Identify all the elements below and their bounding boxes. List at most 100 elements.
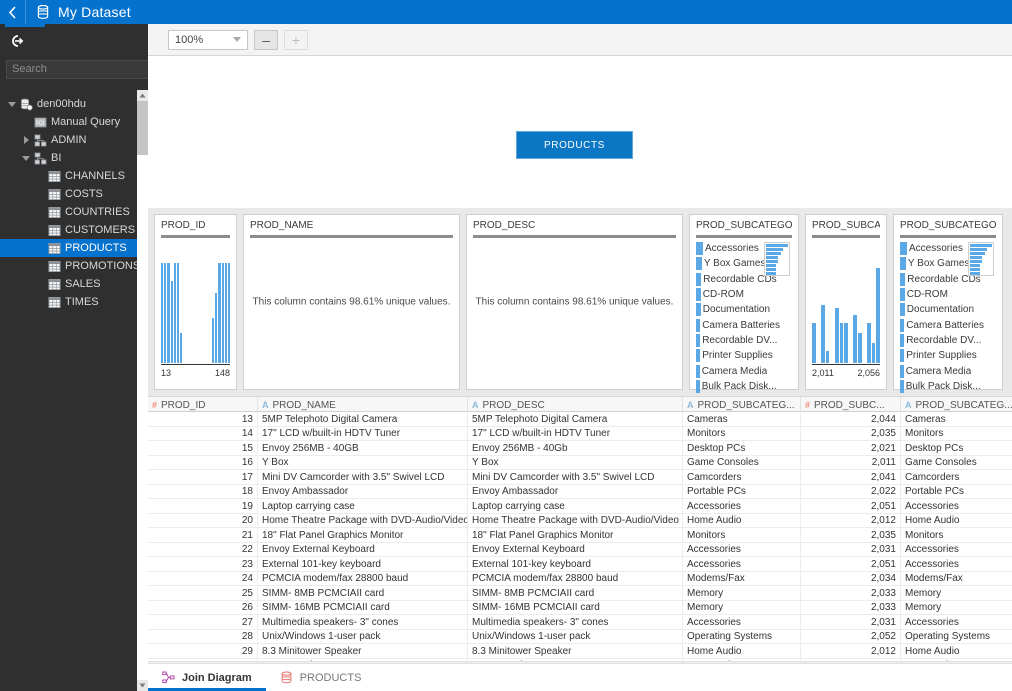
chevron-down-icon[interactable] (6, 102, 18, 107)
table-cell[interactable]: Desktop PCs (683, 441, 801, 456)
table-row[interactable]: 16Y BoxY BoxGame Consoles2,011Game Conso… (148, 456, 1012, 471)
table-row[interactable]: 18Envoy AmbassadorEnvoy AmbassadorPortab… (148, 485, 1012, 500)
table-row[interactable]: 2118" Flat Panel Graphics Monitor18" Fla… (148, 528, 1012, 543)
table-cell[interactable]: Monitors (683, 528, 801, 543)
tree-item-products[interactable]: PRODUCTS (0, 239, 148, 257)
profile-card-prod-subcatego-[interactable]: PROD_SUBCATEGO...AccessoriesY Box GamesR… (893, 214, 1003, 390)
tree-item-sales[interactable]: SALES (0, 275, 148, 293)
collapse-panel-button[interactable] (0, 27, 34, 55)
data-grid-body[interactable]: 135MP Telephoto Digital Camera5MP Teleph… (148, 412, 1012, 673)
table-cell[interactable]: 2,012 (801, 514, 901, 529)
table-cell[interactable]: 2,052 (801, 630, 901, 645)
table-cell[interactable]: 17 (148, 470, 258, 485)
table-row[interactable]: 135MP Telephoto Digital Camera5MP Teleph… (148, 412, 1012, 427)
table-cell[interactable]: 23 (148, 557, 258, 572)
table-cell[interactable]: 5MP Telephoto Digital Camera (258, 412, 468, 427)
table-cell[interactable]: Memory (683, 601, 801, 616)
table-cell[interactable]: 2,022 (801, 485, 901, 500)
value-frequency-list[interactable]: AccessoriesY Box GamesRecordable CDsCD-R… (696, 241, 792, 394)
table-cell[interactable]: 2,031 (801, 615, 901, 630)
value-list-item[interactable]: Documentation (696, 302, 792, 317)
table-cell[interactable]: SIMM- 16MB PCMCIAII card (258, 601, 468, 616)
tree-item-times[interactable]: TIMES (0, 293, 148, 311)
back-button[interactable] (0, 0, 26, 24)
table-cell[interactable]: Memory (901, 586, 1012, 601)
tree-item-bi[interactable]: BI (0, 149, 148, 167)
table-row[interactable]: 22Envoy External KeyboardEnvoy External … (148, 543, 1012, 558)
tree-item-den00hdu[interactable]: den00hdu (0, 95, 148, 113)
table-cell[interactable]: 26 (148, 601, 258, 616)
search-input[interactable] (6, 60, 160, 79)
table-cell[interactable]: Envoy Ambassador (258, 485, 468, 500)
table-cell[interactable]: Accessories (683, 557, 801, 572)
value-list-item[interactable]: Camera Media (696, 363, 792, 378)
table-cell[interactable]: Accessories (901, 615, 1012, 630)
table-cell[interactable]: Laptop carrying case (258, 499, 468, 514)
table-cell[interactable]: 29 (148, 644, 258, 659)
table-cell[interactable]: Home Theatre Package with DVD-Audio/Vide… (258, 514, 468, 529)
tree-item-promotions[interactable]: PROMOTIONS (0, 257, 148, 275)
value-list-item[interactable]: CD-ROM (900, 287, 996, 302)
grid-column-header[interactable]: APROD_SUBCATEG... (901, 397, 1012, 413)
table-cell[interactable]: 2,051 (801, 499, 901, 514)
table-cell[interactable]: 2,031 (801, 543, 901, 558)
table-cell[interactable]: 2,051 (801, 557, 901, 572)
diagram-node-products[interactable]: PRODUCTS (516, 131, 633, 159)
table-cell[interactable]: 13 (148, 412, 258, 427)
profile-card-prod-subcat-[interactable]: PROD_SUBCAT...2,0112,056 (805, 214, 887, 390)
table-row[interactable]: 15Envoy 256MB - 40GBEnvoy 256MB - 40GbDe… (148, 441, 1012, 456)
table-cell[interactable]: 17" LCD w/built-in HDTV Tuner (258, 427, 468, 442)
grid-column-header[interactable]: #PROD_ID (148, 397, 258, 413)
table-cell[interactable]: Cameras (901, 412, 1012, 427)
table-row[interactable]: 298.3 Minitower Speaker8.3 Minitower Spe… (148, 644, 1012, 659)
table-cell[interactable]: Multimedia speakers- 3" cones (258, 615, 468, 630)
table-cell[interactable]: 2,044 (801, 412, 901, 427)
table-cell[interactable]: Y Box (468, 456, 683, 471)
table-cell[interactable]: Portable PCs (683, 485, 801, 500)
scrollbar-thumb[interactable] (137, 101, 148, 155)
table-cell[interactable]: Home Audio (901, 514, 1012, 529)
table-cell[interactable]: Accessories (901, 557, 1012, 572)
table-cell[interactable]: Portable PCs (901, 485, 1012, 500)
table-cell[interactable]: 17" LCD w/built-in HDTV Tuner (468, 427, 683, 442)
table-cell[interactable]: Unix/Windows 1-user pack (258, 630, 468, 645)
value-list-item[interactable]: Bulk Pack Disk... (696, 379, 792, 394)
table-row[interactable]: 19Laptop carrying caseLaptop carrying ca… (148, 499, 1012, 514)
tree-item-manual-query[interactable]: SQLManual Query (0, 113, 148, 131)
table-cell[interactable]: Envoy 256MB - 40Gb (468, 441, 683, 456)
table-cell[interactable]: Accessories (901, 499, 1012, 514)
value-list-item[interactable]: Bulk Pack Disk... (900, 379, 996, 394)
tree-item-channels[interactable]: CHANNELS (0, 167, 148, 185)
panel-resize-handle-top[interactable] (0, 290, 4, 300)
value-list-item[interactable]: Camera Batteries (696, 317, 792, 332)
tree-item-countries[interactable]: COUNTRIES (0, 203, 148, 221)
table-cell[interactable]: Operating Systems (901, 630, 1012, 645)
value-list-item[interactable]: Camera Batteries (900, 317, 996, 332)
data-grid[interactable]: #PROD_IDAPROD_NAMEAPROD_DESCAPROD_SUBCAT… (148, 396, 1012, 674)
table-cell[interactable]: Operating Systems (683, 630, 801, 645)
table-cell[interactable]: 27 (148, 615, 258, 630)
table-cell[interactable]: 18" Flat Panel Graphics Monitor (258, 528, 468, 543)
table-cell[interactable]: Accessories (683, 499, 801, 514)
table-cell[interactable]: Accessories (683, 615, 801, 630)
table-cell[interactable]: Monitors (683, 427, 801, 442)
value-list-item[interactable]: Printer Supplies (900, 348, 996, 363)
table-cell[interactable]: Unix/Windows 1-user pack (468, 630, 683, 645)
value-list-item[interactable]: CD-ROM (696, 287, 792, 302)
table-cell[interactable]: 20 (148, 514, 258, 529)
table-cell[interactable]: 2,035 (801, 528, 901, 543)
table-cell[interactable]: 18" Flat Panel Graphics Monitor (468, 528, 683, 543)
value-frequency-list[interactable]: AccessoriesY Box GamesRecordable CDsCD-R… (900, 241, 996, 394)
value-list-item[interactable]: Printer Supplies (696, 348, 792, 363)
table-cell[interactable]: Monitors (901, 528, 1012, 543)
table-cell[interactable]: 15 (148, 441, 258, 456)
table-cell[interactable]: 24 (148, 572, 258, 587)
chevron-right-icon[interactable] (20, 136, 32, 144)
zoom-in-button[interactable]: + (284, 30, 308, 50)
profile-card-prod-subcategory[interactable]: PROD_SUBCATEGORYAccessoriesY Box GamesRe… (689, 214, 799, 390)
grid-column-header[interactable]: APROD_DESC (468, 397, 683, 413)
table-cell[interactable]: Envoy 256MB - 40GB (258, 441, 468, 456)
table-cell[interactable]: 2,041 (801, 470, 901, 485)
table-cell[interactable]: SIMM- 8MB PCMCIAII card (468, 586, 683, 601)
chevron-down-icon[interactable] (20, 156, 32, 161)
